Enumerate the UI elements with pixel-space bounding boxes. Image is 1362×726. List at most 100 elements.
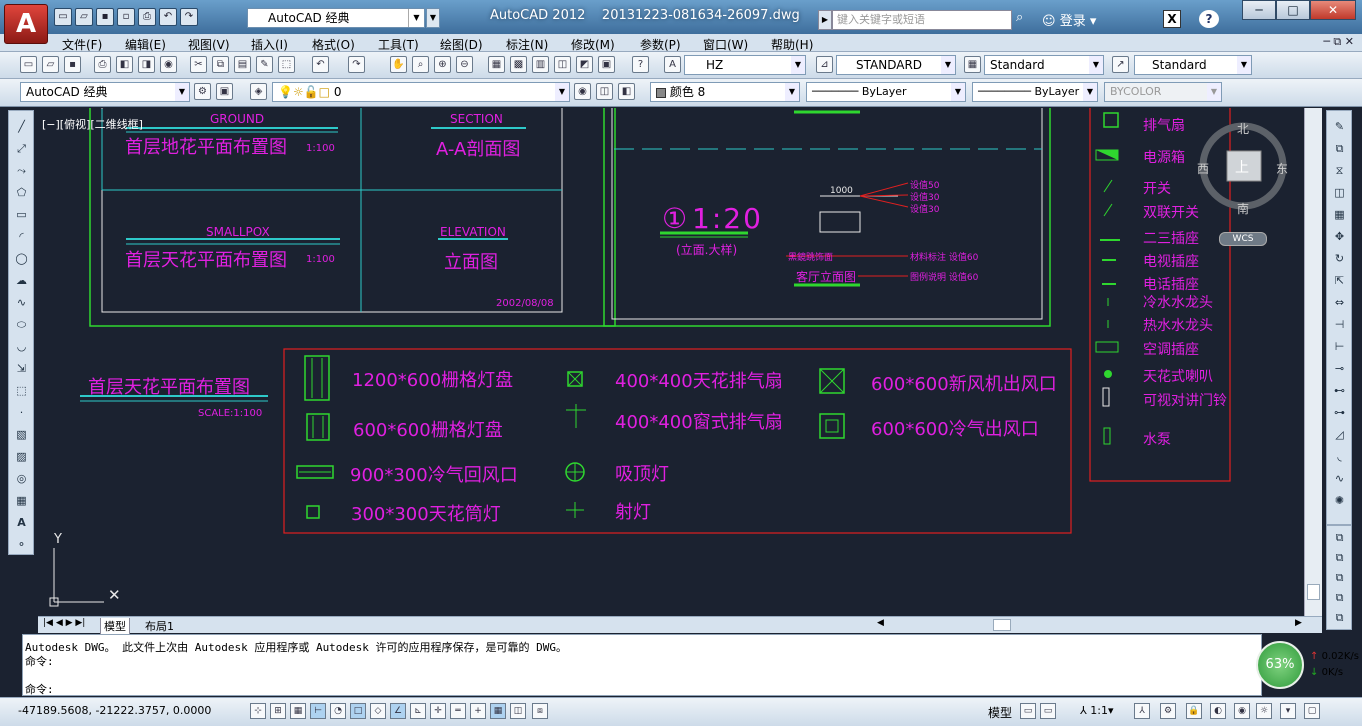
rectangle-icon[interactable]: ▭ — [13, 207, 30, 223]
design-center-icon[interactable]: ▩ — [510, 56, 527, 73]
color-dropdown[interactable]: 颜色 8 ▼ — [650, 82, 800, 102]
gradient-icon[interactable]: ▨ — [13, 449, 30, 465]
redo-icon[interactable]: ↷ — [348, 56, 365, 73]
menu-format[interactable]: 格式(O) — [312, 36, 355, 53]
move-icon[interactable]: ✥ — [1331, 229, 1348, 245]
wcs-menu[interactable]: WCS — [1219, 232, 1267, 246]
viewport-label[interactable]: [−][俯视][二维线框] — [42, 116, 143, 132]
spline-icon[interactable]: ∿ — [13, 295, 30, 311]
save-as-icon[interactable]: ▫ — [117, 8, 135, 26]
isolate-objects-icon[interactable]: ◉ — [1234, 703, 1250, 719]
menu-window[interactable]: 窗口(W) — [703, 36, 748, 53]
extend-icon[interactable]: ⊢ — [1331, 339, 1348, 355]
layer-dropdown[interactable]: 💡☼🔓□ 0 ▼ — [272, 82, 570, 102]
clean-screen-icon[interactable]: ▢ — [1304, 703, 1320, 719]
copy-icon[interactable]: ⧉ — [212, 56, 229, 73]
scale-icon[interactable]: ⇱ — [1331, 273, 1348, 289]
tab-nav-arrows[interactable]: |◀ ◀ ▶ ▶| — [40, 618, 88, 628]
snap-mode-icon[interactable]: ⊞ — [270, 703, 286, 719]
copy-object-icon[interactable]: ⧉ — [1331, 141, 1348, 157]
table-style-icon[interactable]: ▦ — [964, 56, 981, 73]
make-layer-current-icon[interactable]: ◉ — [574, 83, 591, 100]
send-under-icon[interactable]: ⧉ — [1331, 590, 1348, 606]
break-icon[interactable]: ⊷ — [1331, 383, 1348, 399]
hatch-icon[interactable]: ▧ — [13, 427, 30, 443]
model-space-toggle[interactable]: 模型 — [988, 704, 1012, 721]
match-properties-icon[interactable]: ✎ — [256, 56, 273, 73]
offset-icon[interactable]: ◫ — [1331, 185, 1348, 201]
layer-properties-icon[interactable]: ◈ — [250, 83, 267, 100]
help-icon[interactable]: ? — [1199, 10, 1219, 28]
menu-file[interactable]: 文件(F) — [62, 36, 102, 53]
ortho-icon[interactable]: ⊢ — [310, 703, 326, 719]
linetype-dropdown[interactable]: ─────── ByLayer ▼ — [806, 82, 966, 102]
help-icon[interactable]: ? — [632, 56, 649, 73]
ducs-icon[interactable]: ⊾ — [410, 703, 426, 719]
osnap-icon[interactable]: □ — [350, 703, 366, 719]
annotation-scale[interactable]: ⅄ 1:1▾ — [1080, 704, 1113, 717]
chamfer-icon[interactable]: ◿ — [1331, 427, 1348, 443]
arc-icon[interactable]: ◜ — [13, 229, 30, 245]
region-icon[interactable]: ◎ — [13, 471, 30, 487]
open-file-icon[interactable]: ▱ — [75, 8, 93, 26]
add-selected-icon[interactable]: ⚬ — [13, 537, 30, 553]
blend-icon[interactable]: ∿ — [1331, 471, 1348, 487]
polyline-icon[interactable]: ⤳ — [13, 163, 30, 179]
save-icon[interactable]: ▪ — [96, 8, 114, 26]
redo-icon[interactable]: ↷ — [180, 8, 198, 26]
quick-view-layouts-icon[interactable]: ▭ — [1020, 703, 1036, 719]
viewcube-east[interactable]: 东 — [1276, 160, 1288, 177]
trim-icon[interactable]: ⊣ — [1331, 317, 1348, 333]
layer-previous-icon[interactable]: ◫ — [596, 83, 613, 100]
command-window[interactable]: Autodesk DWG。 此文件上次由 Autodesk 应用程序或 Auto… — [22, 634, 1262, 696]
insert-block-icon[interactable]: ⇲ — [13, 361, 30, 377]
construction-line-icon[interactable]: ⤢ — [13, 141, 30, 157]
paste-icon[interactable]: ▤ — [234, 56, 251, 73]
exchange-icon[interactable]: X — [1163, 10, 1181, 28]
properties-icon[interactable]: ▦ — [488, 56, 505, 73]
quick-properties-icon[interactable]: ▦ — [490, 703, 506, 719]
performance-gauge[interactable]: 63% — [1256, 641, 1304, 689]
viewcube-south[interactable]: 南 — [1237, 200, 1249, 217]
command-input[interactable]: 命令: — [25, 681, 54, 697]
layer-state-icon[interactable]: ◧ — [618, 83, 635, 100]
dim-style-icon[interactable]: ⊿ — [816, 56, 833, 73]
annotation-visibility-icon[interactable]: ⅄ — [1134, 703, 1150, 719]
dyn-icon[interactable]: ✛ — [430, 703, 446, 719]
fillet-icon[interactable]: ◟ — [1331, 449, 1348, 465]
workspace-dropdown-2[interactable]: AutoCAD 经典 ▼ — [20, 82, 190, 102]
workspace-switching-icon[interactable]: ⚙ — [1160, 703, 1176, 719]
3d-osnap-icon[interactable]: ◇ — [370, 703, 386, 719]
tab-layout1[interactable]: 布局1 — [142, 618, 177, 634]
new-icon[interactable]: ▭ — [20, 56, 37, 73]
lineweight-toggle-icon[interactable]: ═ — [450, 703, 466, 719]
zoom-window-icon[interactable]: ⊕ — [434, 56, 451, 73]
text-style-icon[interactable]: A — [664, 56, 681, 73]
minimize-button[interactable]: ─ — [1242, 0, 1276, 20]
menu-insert[interactable]: 插入(I) — [251, 36, 288, 53]
grid-icon[interactable]: ▦ — [290, 703, 306, 719]
print-icon[interactable]: ⎙ — [138, 8, 156, 26]
search-expand-button[interactable]: ▶ — [818, 10, 832, 30]
new-file-icon[interactable]: ▭ — [54, 8, 72, 26]
array-icon[interactable]: ▦ — [1331, 207, 1348, 223]
app-menu-logo[interactable]: A — [4, 4, 48, 44]
lock-icon[interactable]: 🔒 — [1186, 703, 1202, 719]
rotate-icon[interactable]: ↻ — [1331, 251, 1348, 267]
binoculars-icon[interactable]: ⌕ — [1016, 10, 1023, 25]
status-menu-icon[interactable]: ▾ — [1280, 703, 1296, 719]
mleader-style-dropdown[interactable]: Standard ▼ — [1134, 55, 1252, 75]
login-button[interactable]: ☺ 登录 ▾ — [1042, 10, 1096, 29]
viewcube-top[interactable]: 上 — [1235, 157, 1249, 177]
menu-edit[interactable]: 编辑(E) — [125, 36, 166, 53]
menu-view[interactable]: 视图(V) — [188, 36, 230, 53]
circle-icon[interactable]: ◯ — [13, 251, 30, 267]
join-icon[interactable]: ⊶ — [1331, 405, 1348, 421]
plotstyle-dropdown[interactable]: BYCOLOR ▼ — [1104, 82, 1222, 102]
ellipse-icon[interactable]: ⬭ — [13, 317, 30, 333]
text-to-front-icon[interactable]: ⧉ — [1331, 610, 1348, 626]
table-icon[interactable]: ▦ — [13, 493, 30, 509]
markup-icon[interactable]: ◩ — [576, 56, 593, 73]
menu-draw[interactable]: 绘图(D) — [440, 36, 483, 53]
zoom-previous-icon[interactable]: ⊖ — [456, 56, 473, 73]
